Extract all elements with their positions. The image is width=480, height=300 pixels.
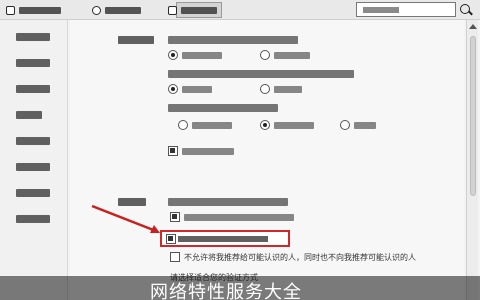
tab-label-blurred (19, 6, 61, 14)
radio-q3-option-1[interactable] (178, 120, 188, 130)
search-input[interactable] (356, 2, 456, 17)
radio-q3-option-3-label (354, 122, 376, 129)
sidebar-item-label (16, 85, 50, 93)
recommend-checkbox-a[interactable] (170, 212, 180, 222)
search-icon[interactable] (460, 4, 470, 14)
tab-settings[interactable] (6, 3, 61, 17)
sidebar-item-label (16, 33, 50, 41)
radio-q1-option-2[interactable] (260, 50, 270, 60)
shield-icon (92, 5, 101, 15)
recommend-checkbox-a-label (184, 214, 294, 221)
radio-q3-option-2-label (274, 122, 314, 129)
search-placeholder (363, 7, 399, 13)
radio-q2-option-2[interactable] (260, 84, 270, 94)
sidebar-item-label (16, 163, 50, 171)
recommend-description (168, 198, 288, 206)
question-3-text (168, 104, 278, 112)
sidebar-item-4[interactable] (16, 110, 42, 120)
caption-text: 网络特性服务大全 (150, 282, 302, 300)
section-label-privacy (118, 36, 154, 44)
sidebar-item-3[interactable] (16, 84, 50, 94)
radio-q3-option-2[interactable] (260, 120, 270, 130)
sidebar-item-2[interactable] (16, 58, 50, 68)
privacy-checkbox[interactable] (168, 146, 178, 156)
recommend-checkbox-c-label: 不允许将我推荐给可能认识的人，同时也不向我推荐可能认识的人 (184, 253, 416, 262)
radio-q1-option-2-label (274, 52, 310, 59)
sidebar-item-6[interactable] (16, 162, 50, 172)
radio-q3-option-1-label (192, 122, 232, 129)
radio-q1-option-1[interactable] (168, 50, 178, 60)
home-icon (168, 5, 177, 15)
question-2-text (168, 70, 354, 78)
question-1-text (168, 36, 298, 44)
radio-q2-option-2-label (274, 86, 302, 93)
sidebar-item-1[interactable] (16, 32, 50, 42)
radio-q3-option-3[interactable] (340, 120, 350, 130)
caption-banner: 网络特性服务大全 (0, 276, 480, 300)
top-toolbar (0, 0, 480, 20)
section-label-recommend (118, 198, 146, 206)
sidebar-item-label (16, 59, 50, 67)
tab-home[interactable] (168, 3, 217, 17)
tab-label-blurred (181, 6, 217, 14)
highlighted-option-box[interactable] (160, 230, 290, 247)
tab-label-blurred (105, 6, 141, 14)
recommend-checkbox-highlighted[interactable] (166, 234, 176, 244)
sidebar-item-7[interactable] (16, 188, 50, 198)
sidebar-item-label (16, 137, 50, 145)
sidebar-item-label (16, 111, 42, 119)
sidebar (0, 20, 68, 300)
radio-q2-option-1[interactable] (168, 84, 178, 94)
radio-q1-option-1-label (182, 52, 222, 59)
sidebar-item-label (16, 189, 50, 197)
recommend-checkbox-highlighted-label (178, 236, 268, 242)
settings-panel: 不允许将我推荐给可能认识的人，同时也不向我推荐可能认识的人 请选择适合您的验证方… (70, 20, 464, 300)
tab-security[interactable] (92, 3, 141, 17)
sidebar-item-label (16, 215, 50, 223)
settings-icon (6, 5, 15, 15)
scroll-up-icon[interactable] (469, 24, 477, 29)
recommend-checkbox-c[interactable] (170, 252, 180, 262)
sidebar-item-5[interactable] (16, 136, 50, 146)
sidebar-item-8[interactable] (16, 214, 50, 224)
radio-q2-option-1-label (182, 86, 212, 93)
scroll-thumb[interactable] (470, 36, 476, 196)
vertical-scrollbar[interactable] (466, 20, 478, 300)
privacy-checkbox-label (182, 148, 234, 155)
